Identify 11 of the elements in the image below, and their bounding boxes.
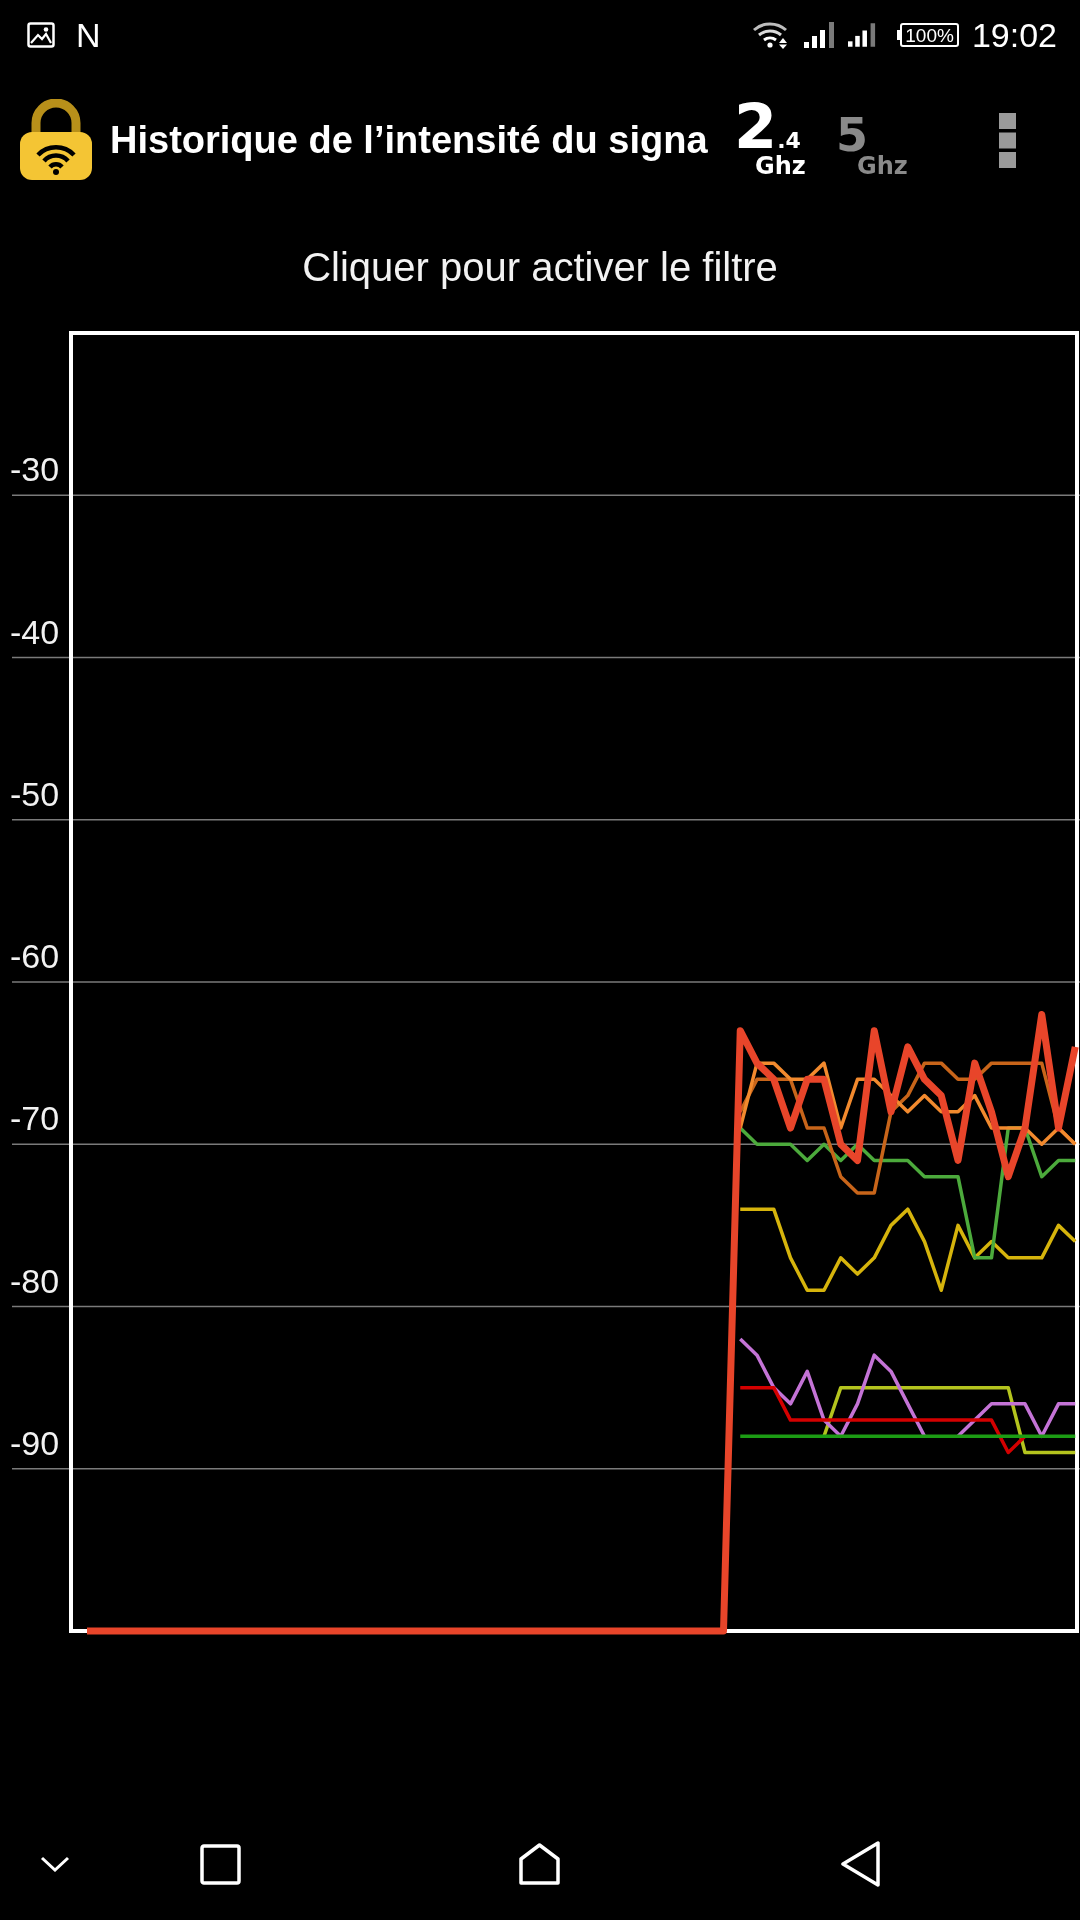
clock-time: 19:02 xyxy=(971,18,1057,52)
y-tick-label: -70 xyxy=(10,1099,60,1138)
status-indicator: N xyxy=(76,18,101,52)
y-tick-label: -40 xyxy=(10,612,60,651)
y-tick-label: -30 xyxy=(10,450,60,489)
screen-title: Historique de l’intensité du signa xyxy=(110,121,709,159)
battery-indicator: 100% xyxy=(897,23,959,47)
y-tick-label: -80 xyxy=(10,1261,60,1300)
y-tick-label: -90 xyxy=(10,1423,60,1462)
y-tick-label: -50 xyxy=(10,774,60,813)
y-tick-label: -60 xyxy=(10,937,60,975)
